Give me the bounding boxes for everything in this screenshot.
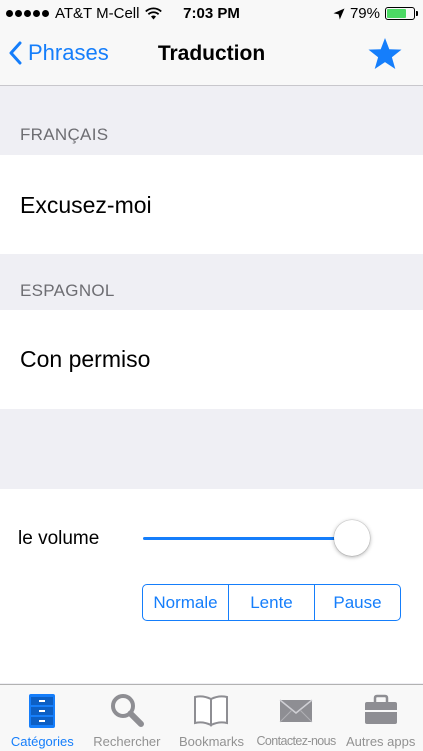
briefcase-icon [364, 694, 397, 724]
back-button[interactable]: Phrases [8, 40, 109, 66]
location-arrow-icon [333, 8, 345, 19]
tab-label-bookmarks: Bookmarks [178, 734, 244, 749]
envelope-icon [279, 699, 313, 723]
volume-slider-track [143, 537, 343, 540]
speed-slow-button[interactable]: Lente [228, 585, 314, 620]
book-icon [194, 695, 229, 727]
bookmark-star-button[interactable] [367, 37, 403, 76]
tab-bookmarks[interactable]: Bookmarks [169, 685, 254, 751]
navigation-bar: Phrases Traduction [0, 28, 423, 86]
battery-percentage: 79% [349, 5, 380, 22]
source-phrase: Excusez-moi [20, 192, 152, 218]
playback-speed-control[interactable]: Normale Lente Pause [142, 584, 401, 621]
tab-label-categories: Catégories [10, 734, 74, 749]
status-right: 79% [333, 5, 418, 22]
status-left: AT&T M-Cell [6, 5, 163, 22]
tab-search[interactable]: Rechercher [85, 685, 170, 751]
back-button-label: Phrases [28, 40, 109, 65]
search-icon [110, 694, 144, 727]
target-language-header: ESPAGNOL [20, 281, 115, 300]
tab-label-other-apps: Autres apps [345, 734, 416, 749]
star-icon [368, 38, 402, 69]
volume-slider-thumb[interactable] [334, 520, 370, 556]
target-phrase-cell: Con permiso [0, 310, 423, 409]
signal-strength-icon [6, 10, 49, 17]
volume-slider[interactable] [143, 520, 375, 556]
tab-label-contact: Contactez-nous [256, 734, 337, 748]
wifi-icon [145, 7, 163, 20]
battery-icon [385, 7, 418, 20]
tab-contact[interactable]: Contactez-nous [254, 685, 339, 751]
source-language-header: FRANÇAIS [20, 125, 109, 144]
tab-bar: Catégories Rechercher Bookmarks Contacte… [0, 684, 423, 751]
status-bar: AT&T M-Cell 7:03 PM 79% [0, 0, 423, 28]
carrier-name: AT&T M-Cell [55, 5, 140, 22]
tab-label-search: Rechercher [93, 734, 161, 749]
battery-fill [387, 9, 406, 18]
chevron-left-icon [9, 41, 22, 65]
speed-normal-button[interactable]: Normale [143, 585, 228, 620]
drawer-icon [29, 694, 56, 728]
target-phrase: Con permiso [20, 346, 151, 372]
source-phrase-cell: Excusez-moi [0, 155, 423, 254]
pause-button[interactable]: Pause [314, 585, 400, 620]
tab-categories[interactable]: Catégories [0, 685, 85, 751]
volume-label: le volume [18, 528, 100, 549]
tab-other-apps[interactable]: Autres apps [338, 685, 423, 751]
